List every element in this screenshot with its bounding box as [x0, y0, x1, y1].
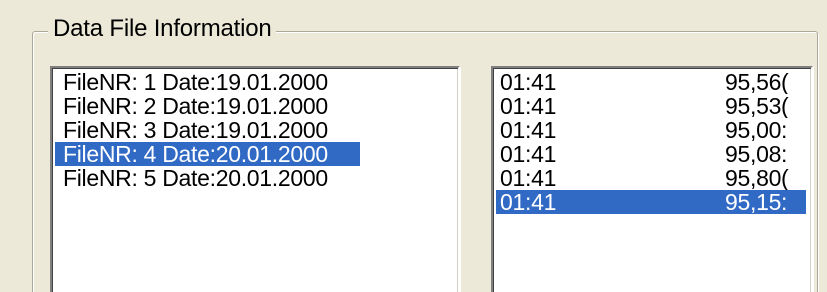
- data-file-information-panel: Data File Information FileNR: 1 Date:19.…: [0, 0, 827, 292]
- file-list-item[interactable]: FileNR: 3 Date:19.01.2000: [55, 118, 360, 142]
- groupbox-title: Data File Information: [48, 14, 276, 44]
- file-list-item-selected[interactable]: FileNR: 4 Date:20.01.2000: [55, 142, 360, 166]
- file-list-item[interactable]: FileNR: 2 Date:19.01.2000: [55, 94, 360, 118]
- record-value: 95,15:: [725, 190, 788, 214]
- record-value: 95,08:: [725, 142, 788, 166]
- record-list[interactable]: 01:41 95,56( 01:41 95,53( 01:41 95,00: 01:4…: [491, 66, 813, 292]
- record-value: 95,56(: [725, 70, 789, 94]
- record-list-item[interactable]: 01:41 95,00:: [496, 118, 806, 142]
- record-time: 01:41: [500, 118, 557, 142]
- record-list-item[interactable]: 01:41 95,80(: [496, 166, 806, 190]
- record-list-item[interactable]: 01:41 95,08:: [496, 142, 806, 166]
- record-list-item[interactable]: 01:41 95,53(: [496, 94, 806, 118]
- record-time: 01:41: [500, 190, 557, 214]
- record-time: 01:41: [500, 70, 557, 94]
- record-value: 95,80(: [725, 166, 789, 190]
- record-time: 01:41: [500, 142, 557, 166]
- record-time: 01:41: [500, 94, 557, 118]
- file-list[interactable]: FileNR: 1 Date:19.01.2000 FileNR: 2 Date…: [50, 66, 460, 292]
- record-time: 01:41: [500, 166, 557, 190]
- file-list-item[interactable]: FileNR: 5 Date:20.01.2000: [55, 166, 360, 190]
- record-value: 95,00:: [725, 118, 788, 142]
- record-value: 95,53(: [725, 94, 789, 118]
- record-list-item[interactable]: 01:41 95,56(: [496, 70, 806, 94]
- file-list-item[interactable]: FileNR: 1 Date:19.01.2000: [55, 70, 360, 94]
- record-list-item-selected[interactable]: 01:41 95,15:: [496, 190, 806, 214]
